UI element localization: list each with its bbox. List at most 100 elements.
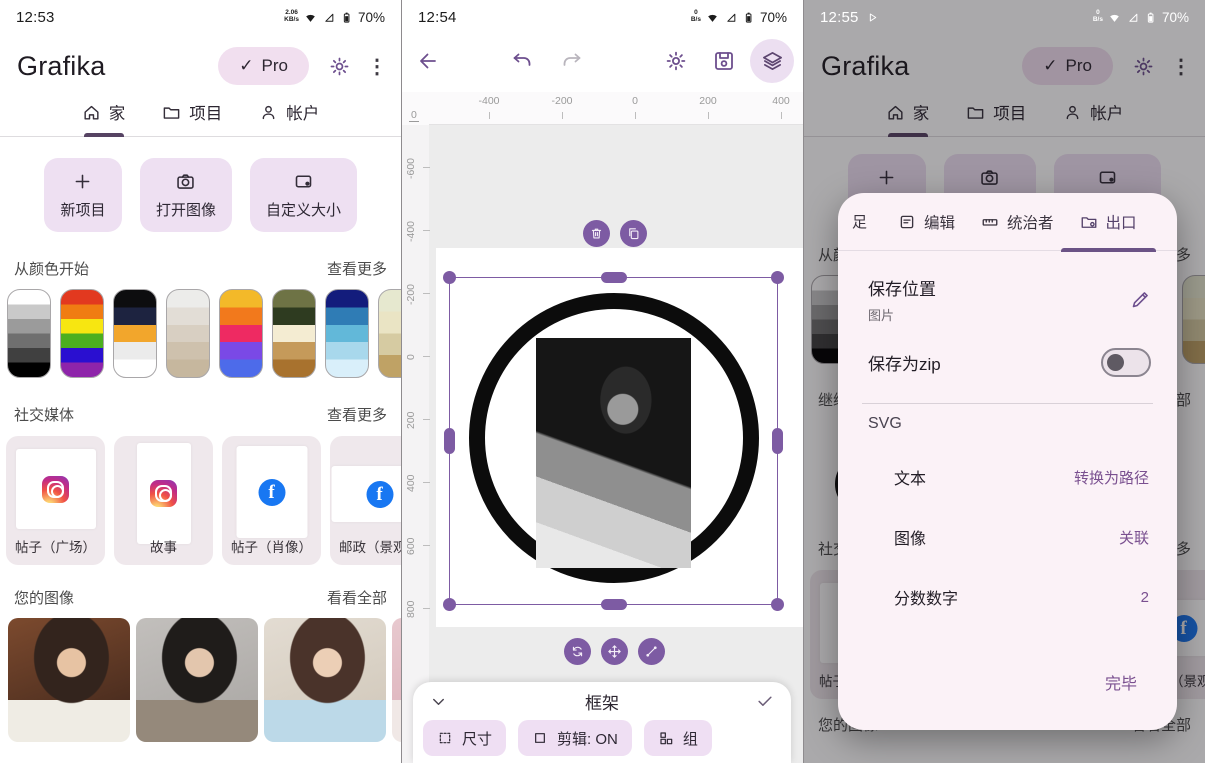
done-button[interactable]: 完毕 (1105, 670, 1137, 694)
status-bar: 12:54 0B/s 70% (402, 0, 803, 30)
zip-toggle-off[interactable] (1101, 348, 1151, 377)
color-palette-chip[interactable] (7, 289, 51, 378)
three-screen-collage: 12:53 2.06KB/s 70% Grafika ✓ Pro ⋮ (0, 0, 1205, 763)
undo-icon[interactable] (510, 49, 534, 73)
ruler-tick-label: 0 (620, 95, 650, 107)
social-template-card[interactable]: 帖子（广场） (6, 436, 105, 565)
color-palette-chip[interactable] (60, 289, 104, 378)
square-icon (532, 730, 548, 746)
social-template-card[interactable]: 故事 (114, 436, 213, 565)
battery-icon (742, 11, 755, 24)
panel-option-button[interactable]: 剪辑: ON (518, 720, 632, 756)
scale-button[interactable] (638, 638, 665, 665)
plus-icon (72, 171, 93, 192)
action-chip[interactable]: 新项目 (44, 158, 122, 232)
see-more-link[interactable]: 查看更多 (327, 404, 387, 425)
rotate-button[interactable] (564, 638, 591, 665)
divider (862, 403, 1153, 404)
nav-tab[interactable]: 帐户 (259, 100, 319, 124)
confirm-check-icon[interactable] (755, 691, 775, 711)
resize-handle-s[interactable] (601, 599, 627, 610)
pro-button[interactable]: ✓ Pro (218, 47, 309, 85)
redo-icon[interactable] (560, 49, 584, 73)
resize-handle-sw[interactable] (443, 598, 456, 611)
panel-option-button[interactable]: 组 (644, 720, 712, 756)
color-palette-chip[interactable] (166, 289, 210, 378)
ruler-tick-label: -400 (405, 208, 421, 254)
social-brand-icon (366, 481, 393, 508)
duplicate-button[interactable] (620, 220, 647, 247)
wifi-icon (304, 11, 317, 24)
app-title: Grafika (17, 51, 105, 82)
move-button[interactable] (601, 638, 628, 665)
ruler-tick-label: 200 (693, 95, 723, 107)
resize-handle-n[interactable] (601, 272, 627, 283)
svg-image-row[interactable]: 图像 关联 (894, 525, 1149, 549)
battery-icon (1144, 11, 1157, 24)
rotate-icon (570, 644, 585, 659)
layers-button[interactable] (750, 39, 794, 83)
resize-handle-w[interactable] (444, 428, 455, 454)
see-more-link[interactable]: 查看更多 (327, 258, 387, 279)
resize-handle-e[interactable] (772, 428, 783, 454)
resize-handle-ne[interactable] (771, 271, 784, 284)
save-location-row[interactable]: 保存位置 图片 (868, 275, 1151, 324)
action-chip[interactable]: 自定义大小 (250, 158, 357, 232)
social-template-card[interactable]: 帖子（肖像） (222, 436, 321, 565)
dialog-tab[interactable]: 统治者 (968, 193, 1067, 250)
network-speed: 0B/s (691, 10, 701, 24)
clock: 12:55 (820, 9, 859, 26)
layers-icon (761, 50, 784, 73)
svg-section-header: SVG (868, 415, 902, 433)
dialog-tab[interactable]: 出口 (1067, 193, 1150, 250)
nav-tab[interactable]: 项目 (162, 100, 222, 124)
color-palette-chip[interactable] (325, 289, 369, 378)
edit-pencil-icon[interactable] (1130, 289, 1151, 310)
cell-signal-icon (724, 11, 737, 24)
dialog-tab-bar: 足 编辑 统治者 (838, 193, 1177, 251)
see-all-link[interactable]: 看看全部 (327, 587, 387, 608)
person-icon (259, 103, 278, 122)
fraction-digits-value[interactable]: 2 (1141, 589, 1149, 606)
status-bar: 12:53 2.06KB/s 70% (0, 0, 401, 30)
photo-thumbnail[interactable] (392, 618, 401, 742)
settings-gear-icon[interactable] (664, 49, 688, 73)
fraction-digits-row[interactable]: 分数数字 2 (894, 585, 1149, 609)
network-speed: 2.06KB/s (284, 10, 299, 24)
bottom-panel: 框架 尺寸 剪辑: ON (413, 682, 791, 763)
dialog-tab[interactable]: 编辑 (885, 193, 968, 250)
back-arrow-icon[interactable] (416, 49, 440, 73)
clock: 12:54 (418, 9, 457, 26)
camera-icon (175, 171, 196, 192)
photo-thumbnail[interactable] (8, 618, 130, 742)
photo-thumbnail[interactable] (136, 618, 258, 742)
color-palette-chip[interactable] (378, 289, 401, 378)
overflow-menu-icon[interactable]: ⋮ (367, 54, 387, 79)
settings-gear-icon[interactable] (328, 55, 351, 78)
color-palette-chip[interactable] (272, 289, 316, 378)
section-images-header: 您的图像 看看全部 (0, 587, 401, 608)
panel-buttons: 尺寸 剪辑: ON 组 (413, 720, 791, 756)
svg-text-value[interactable]: 转换为路径 (1074, 467, 1149, 488)
svg-text-row[interactable]: 文本 转换为路径 (894, 465, 1149, 489)
action-chip[interactable]: 打开图像 (140, 158, 232, 232)
selection-box[interactable] (449, 277, 778, 605)
partial-tab[interactable]: 足 (852, 211, 867, 232)
social-brand-icon (150, 480, 177, 507)
resize-handle-se[interactable] (771, 598, 784, 611)
panel-option-button[interactable]: 尺寸 (423, 720, 506, 756)
section-social-header: 社交媒体 查看更多 (0, 404, 401, 425)
resize-handle-nw[interactable] (443, 271, 456, 284)
svg-image-value[interactable]: 关联 (1119, 527, 1149, 548)
battery-percent: 70% (1162, 10, 1189, 25)
clock: 12:53 (16, 9, 55, 26)
save-as-zip-row: 保存为zip (868, 348, 1151, 377)
delete-button[interactable] (583, 220, 610, 247)
social-template-card[interactable]: 邮政（景观） (330, 436, 401, 565)
ruler-tick-label: 200 (405, 397, 421, 443)
color-palette-chip[interactable] (113, 289, 157, 378)
color-palette-chip[interactable] (219, 289, 263, 378)
nav-tab[interactable]: 家 (82, 100, 126, 124)
save-icon[interactable] (712, 49, 736, 73)
photo-thumbnail[interactable] (264, 618, 386, 742)
